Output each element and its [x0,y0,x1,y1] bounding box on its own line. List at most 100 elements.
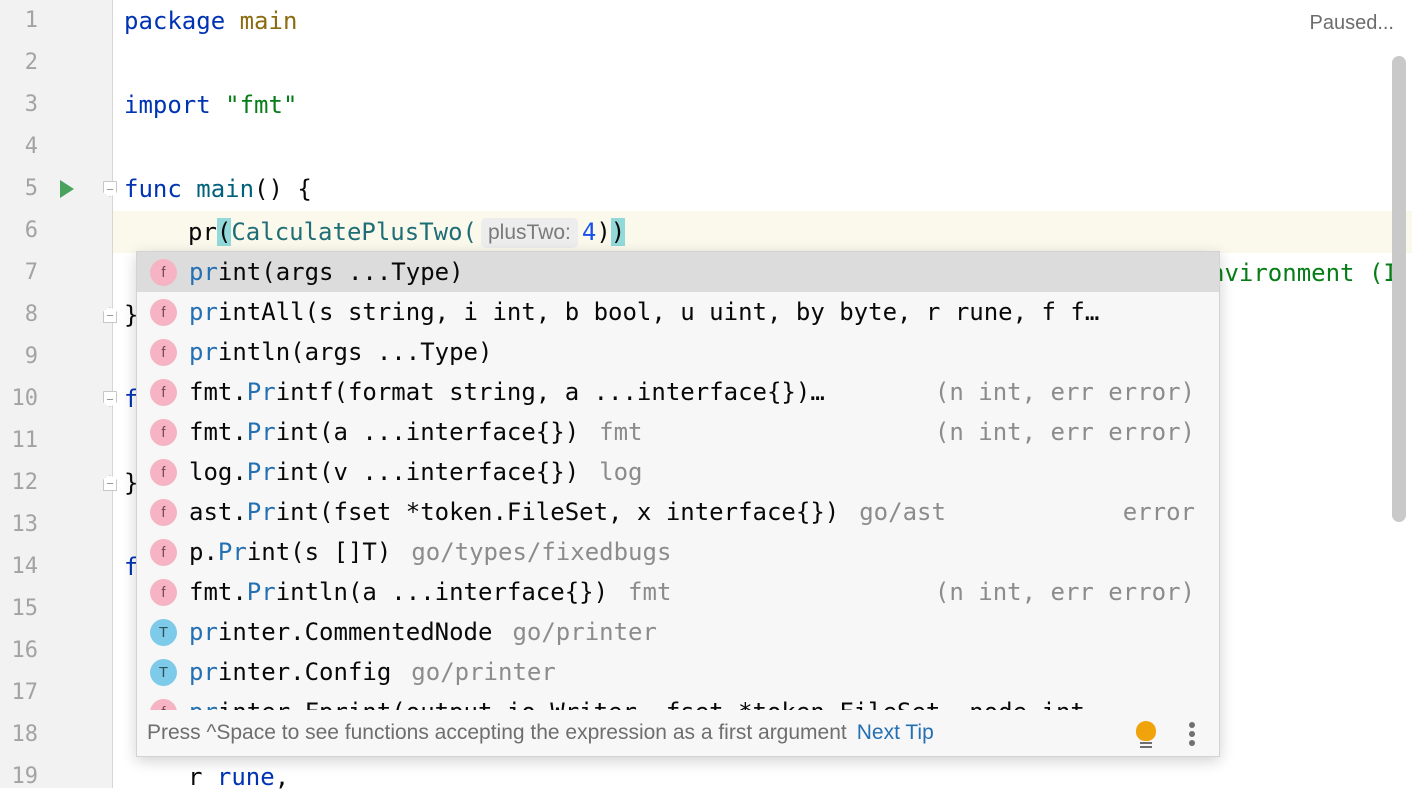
function-icon: f [150,259,177,286]
line-number: 1 [24,8,38,33]
line-number: 10 [11,386,39,411]
keyword: func [124,175,182,203]
function-icon: f [150,579,177,606]
function-call: CalculatePlusTwo( [231,218,477,246]
function-icon: f [150,339,177,366]
completion-prefix: ast. [189,498,247,526]
package-name: main [239,7,298,35]
keyword: import [124,91,211,119]
code-line-7[interactable]: nvironment (I [1210,252,1398,294]
debugger-status: Paused... [1309,12,1394,34]
completion-item[interactable]: f fmt.Println(a ...interface{}) fmt (n int,… [137,572,1219,612]
line-number: 14 [11,554,39,579]
completion-prefix: p. [189,538,218,566]
tip-text: Press ^Space to see functions accepting … [147,721,847,744]
completion-label: fmt.Println(a ...interface{}) fmt [189,572,671,612]
completion-tail: log [599,458,643,486]
completion-rest: intf(format string, a ...interface{})… [275,378,825,406]
completion-label: log.Print(v ...interface{}) log [189,452,643,492]
completion-label: p.Print(s []T) go/types/fixedbugs [189,532,671,572]
paren-highlight: ( [216,218,232,246]
line-number: 19 [11,764,39,789]
vertical-scrollbar[interactable] [1392,56,1406,522]
completion-match: Pr [217,538,247,566]
type-name: rune [216,763,275,791]
completion-tail: go/ast [859,498,946,526]
completion-prefix: fmt. [189,418,247,446]
function-icon: f [150,299,177,326]
next-tip-link[interactable]: Next Tip [857,721,934,744]
completion-return-type: (n int, err error) [934,418,1195,446]
completion-item[interactable]: f log.Print(v ...interface{}) log [137,452,1219,492]
completion-popup: f print(args ...Type) f printAll(s string, … [136,251,1220,757]
number-literal: 4 [581,218,597,246]
completion-item[interactable]: f println(args ...Type) [137,332,1219,372]
parameter-hint: plusTwo: [481,218,578,248]
code-line-1[interactable]: package main [124,0,297,42]
completion-match: pr [189,698,218,710]
line-number: 11 [11,428,39,453]
completion-rest: intAll(s string, i int, b bool, u uint, … [217,298,1100,326]
completion-item[interactable]: f fmt.Printf(format string, a ...interfac… [137,372,1219,412]
completion-item[interactable]: Tprinter.Config go/printer [137,652,1219,692]
completion-tail: go/printer [512,618,657,646]
completion-match: pr [189,338,218,366]
completion-label: print(args ...Type) [189,252,484,292]
typed-prefix: pr [188,218,217,246]
completion-match: pr [189,258,218,286]
paren-highlight: ) [610,218,626,246]
completion-tail: go/types/fixedbugs [411,538,672,566]
line-number: 4 [24,134,38,159]
completion-footer: Press ^Space to see functions accepting … [137,710,1219,756]
completion-return-type: (n int, err error) [934,378,1195,406]
completion-item[interactable]: f fmt.Print(a ...interface{}) fmt (n int, e… [137,412,1219,452]
completion-label: printer.CommentedNode go/printer [189,612,657,652]
completion-item[interactable]: f p.Print(s []T) go/types/fixedbugs [137,532,1219,572]
completion-prefix: log. [189,458,247,486]
completion-tail: fmt [628,578,672,606]
code-line-19[interactable]: r rune, [188,756,289,798]
function-icon: f [150,459,177,486]
completion-rest: inter.Fprint(output io.Writer, fset *tok… [218,698,1085,710]
editor-gutter: 1 2 3 4 5 6 7 8 9 10 11 12 13 14 15 16 17 18 19 [0,0,113,789]
code-line-3[interactable]: import "fmt" [124,84,297,126]
line-number: 7 [24,260,38,285]
completion-label: println(args ...Type) [189,332,512,372]
code-line-6[interactable]: pr(CalculatePlusTwo(plusTwo: 4)) [188,211,626,253]
punctuation: () { [254,175,312,203]
completion-rest: intln(args ...Type) [217,338,493,366]
completion-label: ast.Print(fset *token.FileSet, x interfa… [189,492,946,532]
line-number: 15 [11,596,39,621]
completion-item[interactable]: f ast.Print(fset *token.FileSet, x interf… [137,492,1219,532]
line-number: 18 [11,722,39,747]
more-options-icon[interactable] [1189,722,1195,748]
completion-match: pr [189,298,218,326]
lightbulb-icon[interactable] [1135,721,1157,749]
completion-return-type: error [1122,498,1195,526]
completion-prefix: fmt. [189,378,247,406]
punctuation: , [274,763,290,791]
line-number: 6 [24,218,38,243]
run-icon[interactable] [60,180,74,198]
identifier: r [188,763,203,791]
function-name: main [196,175,255,203]
completion-item[interactable]: f printAll(s string, i int, b bool, u uin… [137,292,1219,332]
completion-item[interactable]: f printer.Fprint(output io.Writer, fset *… [137,692,1219,710]
completion-rest: int(fset *token.FileSet, x interface{}) [275,498,840,526]
completion-item[interactable]: Tprinter.CommentedNode go/printer [137,612,1219,652]
completion-match: Pr [246,458,276,486]
completion-item[interactable]: f print(args ...Type) [137,252,1219,292]
completion-label: fmt.Printf(format string, a ...interface… [189,372,845,412]
completion-label: printer.Config go/printer [189,652,556,692]
completion-return-type: (n int, err error) [934,578,1195,606]
completion-match: Pr [246,498,276,526]
completion-match: pr [189,658,218,686]
paren: ) [596,218,611,246]
function-icon: f [150,419,177,446]
line-number: 2 [24,50,38,75]
keyword: package [124,7,226,35]
completion-rest: inter.Config [217,658,392,686]
completion-rest: int(a ...interface{}) [275,418,580,446]
code-line-5[interactable]: func main() { [124,168,312,210]
completion-match: Pr [246,378,276,406]
